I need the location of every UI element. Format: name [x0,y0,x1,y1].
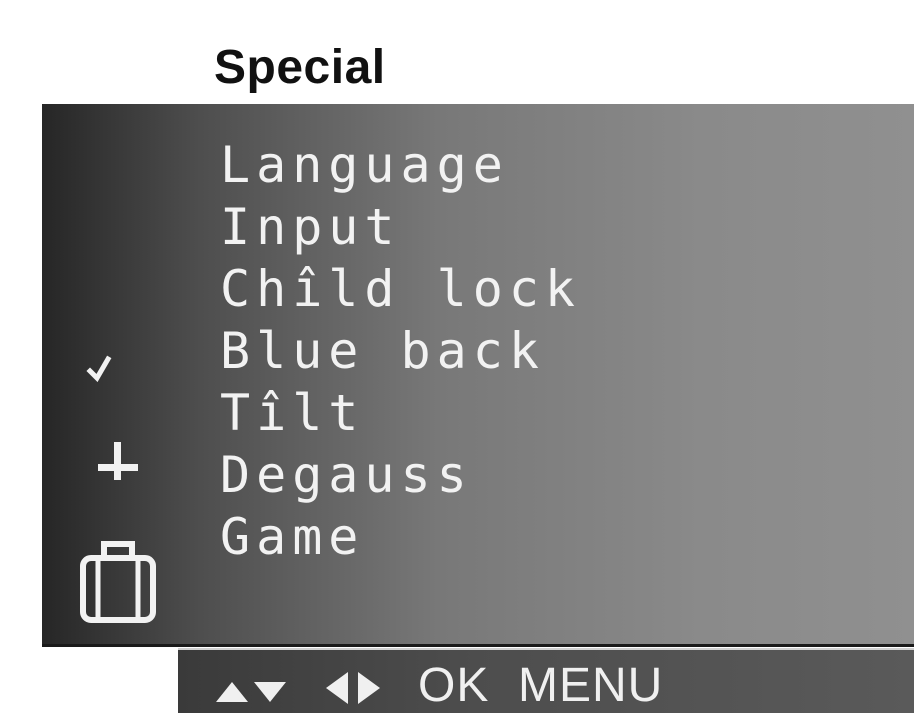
menu-list: Language Input Chîld lock Blue back Tîlt… [220,134,581,568]
left-right-arrows-icon[interactable] [322,668,384,708]
menu-button[interactable]: MENU [518,655,663,713]
adjust-icon [98,442,138,480]
menu-item-game[interactable]: Game [220,506,581,568]
menu-item-tilt[interactable]: Tîlt [220,382,581,444]
ok-button[interactable]: OK [418,655,489,713]
menu-title: Special [214,41,386,94]
menu-item-child-lock[interactable]: Chîld lock [220,258,581,320]
menu-item-input[interactable]: Input [220,196,581,258]
menu-item-language[interactable]: Language [220,134,581,196]
up-down-arrows-icon[interactable] [214,668,288,708]
menu-item-degauss[interactable]: Degauss [220,444,581,506]
osd-screen: Special Language Input Chîld lock Blue b… [0,0,914,713]
lock-icon [80,541,156,623]
menu-item-blue-back[interactable]: Blue back [220,320,581,382]
checkmark-icon [86,355,112,383]
